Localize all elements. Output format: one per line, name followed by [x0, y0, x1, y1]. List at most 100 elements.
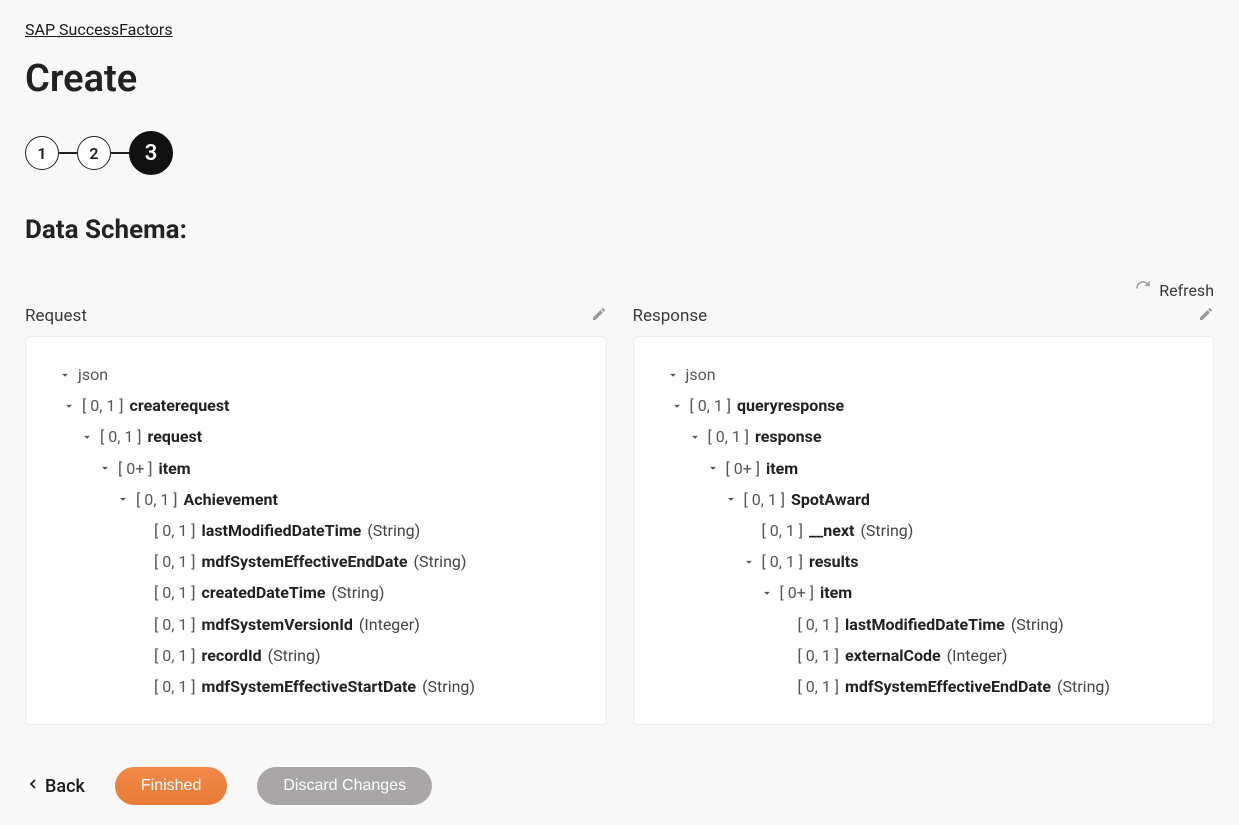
node-name: lastModifiedDateTime: [845, 615, 1005, 634]
node-cardinality: [ 0, 1 ]: [154, 646, 196, 665]
tree-node[interactable]: [ 0+ ] item: [652, 577, 1196, 608]
node-cardinality: [ 0, 1 ]: [100, 427, 142, 446]
node-cardinality: [ 0, 1 ]: [154, 521, 196, 540]
node-name: createdDateTime: [202, 583, 326, 602]
tree-node[interactable]: [ 0+ ] item: [44, 453, 588, 484]
node-cardinality: [ 0, 1 ]: [154, 677, 196, 696]
node-cardinality: [ 0, 1 ]: [798, 677, 840, 696]
tree-leaf[interactable]: [ 0, 1 ] mdfSystemEffectiveEndDate (Stri…: [652, 671, 1196, 702]
step-3[interactable]: 3: [129, 131, 173, 175]
tree-node[interactable]: [ 0, 1 ] queryresponse: [652, 390, 1196, 421]
response-label: Response: [633, 306, 708, 326]
tree-leaf[interactable]: [ 0, 1 ] externalCode (Integer): [652, 640, 1196, 671]
node-cardinality: [ 0, 1 ]: [154, 583, 196, 602]
step-separator: [111, 152, 129, 154]
tree-leaf[interactable]: [ 0, 1 ] lastModifiedDateTime (String): [44, 515, 588, 546]
node-name: response: [755, 427, 821, 446]
node-name: createrequest: [130, 396, 230, 415]
node-name: externalCode: [845, 646, 941, 665]
tree-node[interactable]: [ 0, 1 ] createrequest: [44, 390, 588, 421]
node-cardinality: [ 0+ ]: [118, 459, 153, 478]
tree-leaf[interactable]: [ 0, 1 ] lastModifiedDateTime (String): [652, 609, 1196, 640]
tree-node[interactable]: [ 0, 1 ] results: [652, 546, 1196, 577]
node-name: __next: [809, 521, 854, 540]
node-name: mdfSystemEffectiveEndDate: [845, 677, 1051, 696]
node-cardinality: [ 0, 1 ]: [136, 490, 178, 509]
node-label: json: [686, 365, 716, 384]
node-cardinality: [ 0, 1 ]: [154, 552, 196, 571]
back-link[interactable]: Back: [25, 776, 85, 797]
node-name: recordId: [202, 646, 262, 665]
node-type: (String): [1011, 615, 1064, 634]
tree-node[interactable]: [ 0, 1 ] SpotAward: [652, 484, 1196, 515]
tree-node-json[interactable]: json: [44, 359, 588, 390]
page-title: Create: [25, 57, 1214, 101]
node-name: request: [148, 427, 203, 446]
chevron-down-icon: [116, 491, 130, 507]
chevron-down-icon: [688, 429, 702, 445]
node-name: Achievement: [184, 490, 278, 509]
node-type: (String): [268, 646, 321, 665]
response-panel: json [ 0, 1 ] queryresponse [ 0, 1 ] res…: [633, 336, 1215, 725]
node-type: (String): [332, 583, 385, 602]
request-panel: json [ 0, 1 ] createrequest [ 0, 1 ] req…: [25, 336, 607, 725]
section-title: Data Schema:: [25, 215, 1214, 245]
node-name: item: [159, 459, 191, 478]
tree-node[interactable]: [ 0, 1 ] response: [652, 421, 1196, 452]
node-type: (String): [367, 521, 420, 540]
tree-leaf[interactable]: [ 0, 1 ] mdfSystemEffectiveStartDate (St…: [44, 671, 588, 702]
tree-leaf[interactable]: [ 0, 1 ] createdDateTime (String): [44, 577, 588, 608]
node-cardinality: [ 0, 1 ]: [690, 396, 732, 415]
node-cardinality: [ 0, 1 ]: [708, 427, 750, 446]
node-name: mdfSystemEffectiveStartDate: [202, 677, 417, 696]
tree-leaf[interactable]: [ 0, 1 ] mdfSystemEffectiveEndDate (Stri…: [44, 546, 588, 577]
node-cardinality: [ 0, 1 ]: [82, 396, 124, 415]
response-column: Response json [ 0, 1 ] queryresponse [ 0…: [633, 306, 1215, 725]
step-separator: [59, 152, 77, 154]
node-type: (String): [422, 677, 475, 696]
back-label: Back: [45, 776, 85, 797]
chevron-down-icon: [98, 460, 112, 476]
node-type: (Integer): [359, 615, 420, 634]
node-name: results: [809, 552, 858, 571]
pencil-icon[interactable]: [591, 306, 607, 326]
node-name: lastModifiedDateTime: [202, 521, 362, 540]
node-name: mdfSystemEffectiveEndDate: [202, 552, 408, 571]
node-label: json: [78, 365, 108, 384]
chevron-down-icon: [58, 367, 72, 383]
chevron-down-icon: [724, 491, 738, 507]
tree-node[interactable]: [ 0, 1 ] request: [44, 421, 588, 452]
tree-leaf[interactable]: [ 0, 1 ] __next (String): [652, 515, 1196, 546]
discard-changes-button[interactable]: Discard Changes: [257, 767, 432, 805]
node-cardinality: [ 0, 1 ]: [154, 615, 196, 634]
node-name: item: [766, 459, 798, 478]
breadcrumb-link[interactable]: SAP SuccessFactors: [25, 20, 173, 39]
chevron-down-icon: [666, 367, 680, 383]
node-type: (String): [1057, 677, 1110, 696]
tree-node[interactable]: [ 0+ ] item: [652, 453, 1196, 484]
pencil-icon[interactable]: [1198, 306, 1214, 326]
node-type: (String): [860, 521, 913, 540]
node-cardinality: [ 0, 1 ]: [744, 490, 786, 509]
step-1[interactable]: 1: [25, 136, 59, 170]
chevron-down-icon: [706, 460, 720, 476]
node-cardinality: [ 0+ ]: [726, 459, 761, 478]
chevron-down-icon: [742, 554, 756, 570]
refresh-label[interactable]: Refresh: [1159, 281, 1214, 300]
node-type: (String): [414, 552, 467, 571]
chevron-down-icon: [670, 398, 684, 414]
tree-node[interactable]: [ 0, 1 ] Achievement: [44, 484, 588, 515]
node-type: (Integer): [947, 646, 1008, 665]
tree-leaf[interactable]: [ 0, 1 ] mdfSystemVersionId (Integer): [44, 609, 588, 640]
refresh-icon[interactable]: [1135, 280, 1151, 300]
chevron-down-icon: [80, 429, 94, 445]
node-cardinality: [ 0+ ]: [780, 583, 815, 602]
tree-leaf[interactable]: [ 0, 1 ] recordId (String): [44, 640, 588, 671]
node-cardinality: [ 0, 1 ]: [762, 552, 804, 571]
finished-button[interactable]: Finished: [115, 767, 227, 805]
node-cardinality: [ 0, 1 ]: [798, 646, 840, 665]
request-label: Request: [25, 306, 87, 326]
tree-node-json[interactable]: json: [652, 359, 1196, 390]
step-2[interactable]: 2: [77, 136, 111, 170]
node-cardinality: [ 0, 1 ]: [798, 615, 840, 634]
